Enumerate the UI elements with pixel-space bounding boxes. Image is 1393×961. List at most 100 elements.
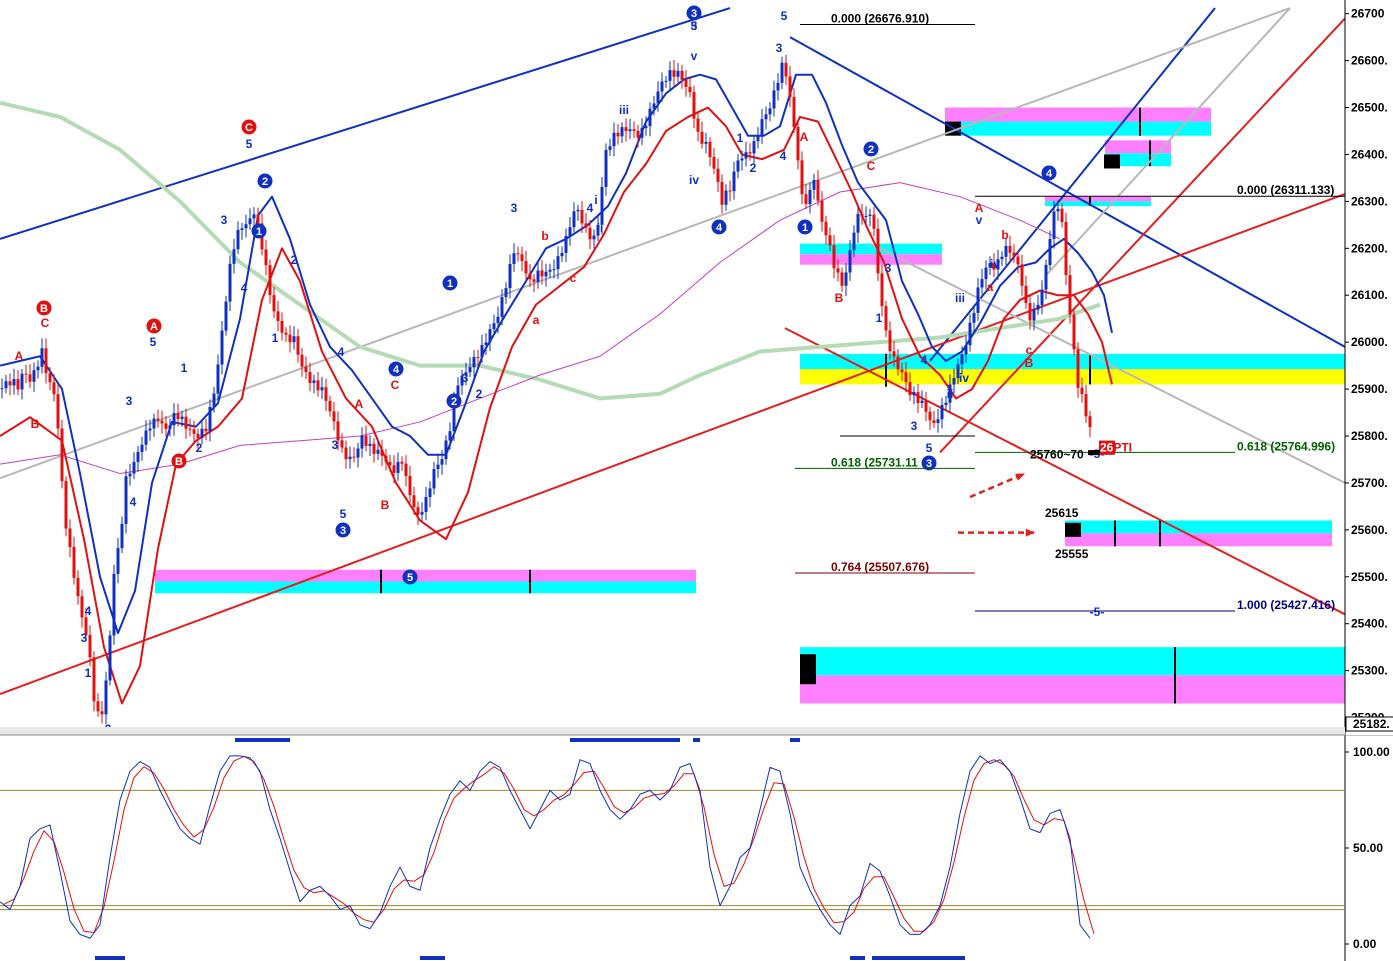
y-tick-label: 26300. — [1351, 194, 1388, 208]
candle-body — [148, 428, 152, 431]
candle-body — [64, 481, 68, 529]
wave-label-blue: ii — [947, 387, 954, 401]
candle-body — [36, 366, 40, 371]
candle-body — [404, 463, 408, 477]
zone-25500-lower — [155, 581, 696, 594]
signal-marker — [235, 738, 290, 742]
candle-body — [576, 209, 580, 212]
candle-body — [184, 416, 188, 429]
candle-body — [776, 82, 780, 91]
candle-body — [8, 381, 12, 386]
candle-body — [1036, 304, 1040, 310]
wave-label-blue: 4 — [85, 604, 92, 618]
candle-body — [100, 711, 104, 715]
candle-body — [620, 127, 624, 137]
circled-wave-blue-text: 5 — [407, 572, 413, 584]
y-tick-label: 25700. — [1351, 476, 1388, 490]
candle-body — [160, 420, 164, 424]
candle-body — [672, 70, 676, 77]
y-tick-label: 26400. — [1351, 147, 1388, 161]
zone-25600-upper — [1065, 520, 1332, 534]
wave-label-blue: 3 — [462, 371, 469, 385]
candle-body — [584, 223, 588, 228]
candle-body — [892, 351, 896, 357]
candle-body — [832, 245, 836, 269]
candle-body — [1016, 256, 1020, 265]
candle-body — [936, 419, 940, 423]
candle-body — [188, 428, 192, 430]
candle-body — [700, 131, 704, 144]
candle-body — [684, 79, 688, 87]
candle-body — [904, 372, 908, 383]
candle-body — [552, 269, 556, 271]
candle-body — [604, 149, 608, 187]
wave-label-blue: 3 — [126, 394, 133, 408]
candle-body — [548, 269, 552, 272]
candle-body — [248, 218, 252, 225]
candle-body — [1020, 264, 1024, 286]
candle-body — [952, 378, 956, 385]
chart-background — [0, 0, 1393, 961]
wave-label-blue: 2 — [291, 253, 298, 267]
candle-body — [1052, 211, 1056, 239]
candle-body — [752, 141, 756, 154]
candle-body — [784, 62, 788, 77]
candle-body — [252, 214, 256, 219]
candle-body — [944, 402, 948, 406]
candle-body — [228, 263, 232, 302]
candle-body — [848, 250, 852, 273]
candle-body — [0, 388, 4, 390]
y-tick-label: 25600. — [1351, 523, 1388, 537]
y-tick-label: 26600. — [1351, 54, 1388, 68]
candle-body — [440, 459, 444, 465]
candle-body — [180, 416, 184, 420]
candle-body — [824, 221, 828, 236]
candle-body — [428, 488, 432, 498]
osc-tick-label: 100.00 — [1353, 745, 1390, 759]
wave-label-blue: 5 — [150, 335, 157, 349]
wave-label-blue: 3 — [776, 41, 783, 55]
candle-body — [1012, 252, 1016, 257]
candle-body — [1088, 416, 1092, 427]
candle-body — [492, 323, 496, 330]
candle-body — [1024, 285, 1028, 304]
candle-body — [116, 548, 120, 574]
fib-label: 0.000 (26311.133) — [1237, 183, 1334, 197]
candle-body — [240, 228, 244, 230]
fib-label: 0.618 (25731.11 — [831, 455, 918, 469]
candle-body — [340, 440, 344, 448]
candle-body — [564, 235, 568, 253]
wave-label-red: A — [355, 397, 364, 411]
candle-body — [396, 461, 400, 473]
candle-body — [884, 306, 888, 331]
candle-body — [692, 92, 696, 119]
wave-label-blue: iv — [990, 257, 1000, 271]
candle-body — [72, 547, 76, 578]
candle-body — [412, 495, 416, 508]
y-tick-label: 26700 — [1351, 7, 1385, 21]
candle-body — [724, 190, 728, 205]
candle-body — [356, 448, 360, 458]
candle-body — [108, 635, 112, 681]
fib-label: 0.764 (25507.676) — [831, 560, 929, 574]
candle-body — [600, 186, 604, 225]
candle-body — [484, 342, 488, 345]
candle-body — [436, 464, 440, 470]
circled-wave-blue-text: 2 — [451, 396, 457, 408]
candle-body — [536, 270, 540, 282]
fib-label: 1.000 (25427.416) — [1237, 598, 1335, 612]
candle-body — [44, 348, 48, 374]
candle-body — [972, 312, 976, 323]
panel-separator — [0, 727, 1345, 735]
candle-body — [312, 380, 316, 384]
circled-wave-blue-text: 4 — [1046, 168, 1053, 180]
y-tick-label: 26500. — [1351, 101, 1388, 115]
candle-body — [1068, 275, 1072, 315]
y-tick-label: 26200. — [1351, 241, 1388, 255]
candle-body — [284, 332, 288, 335]
candle-body — [168, 425, 172, 429]
wave-label-blue: 1 — [876, 311, 883, 325]
candle-body — [380, 449, 384, 456]
candle-body — [420, 511, 424, 515]
candle-body — [132, 461, 136, 474]
